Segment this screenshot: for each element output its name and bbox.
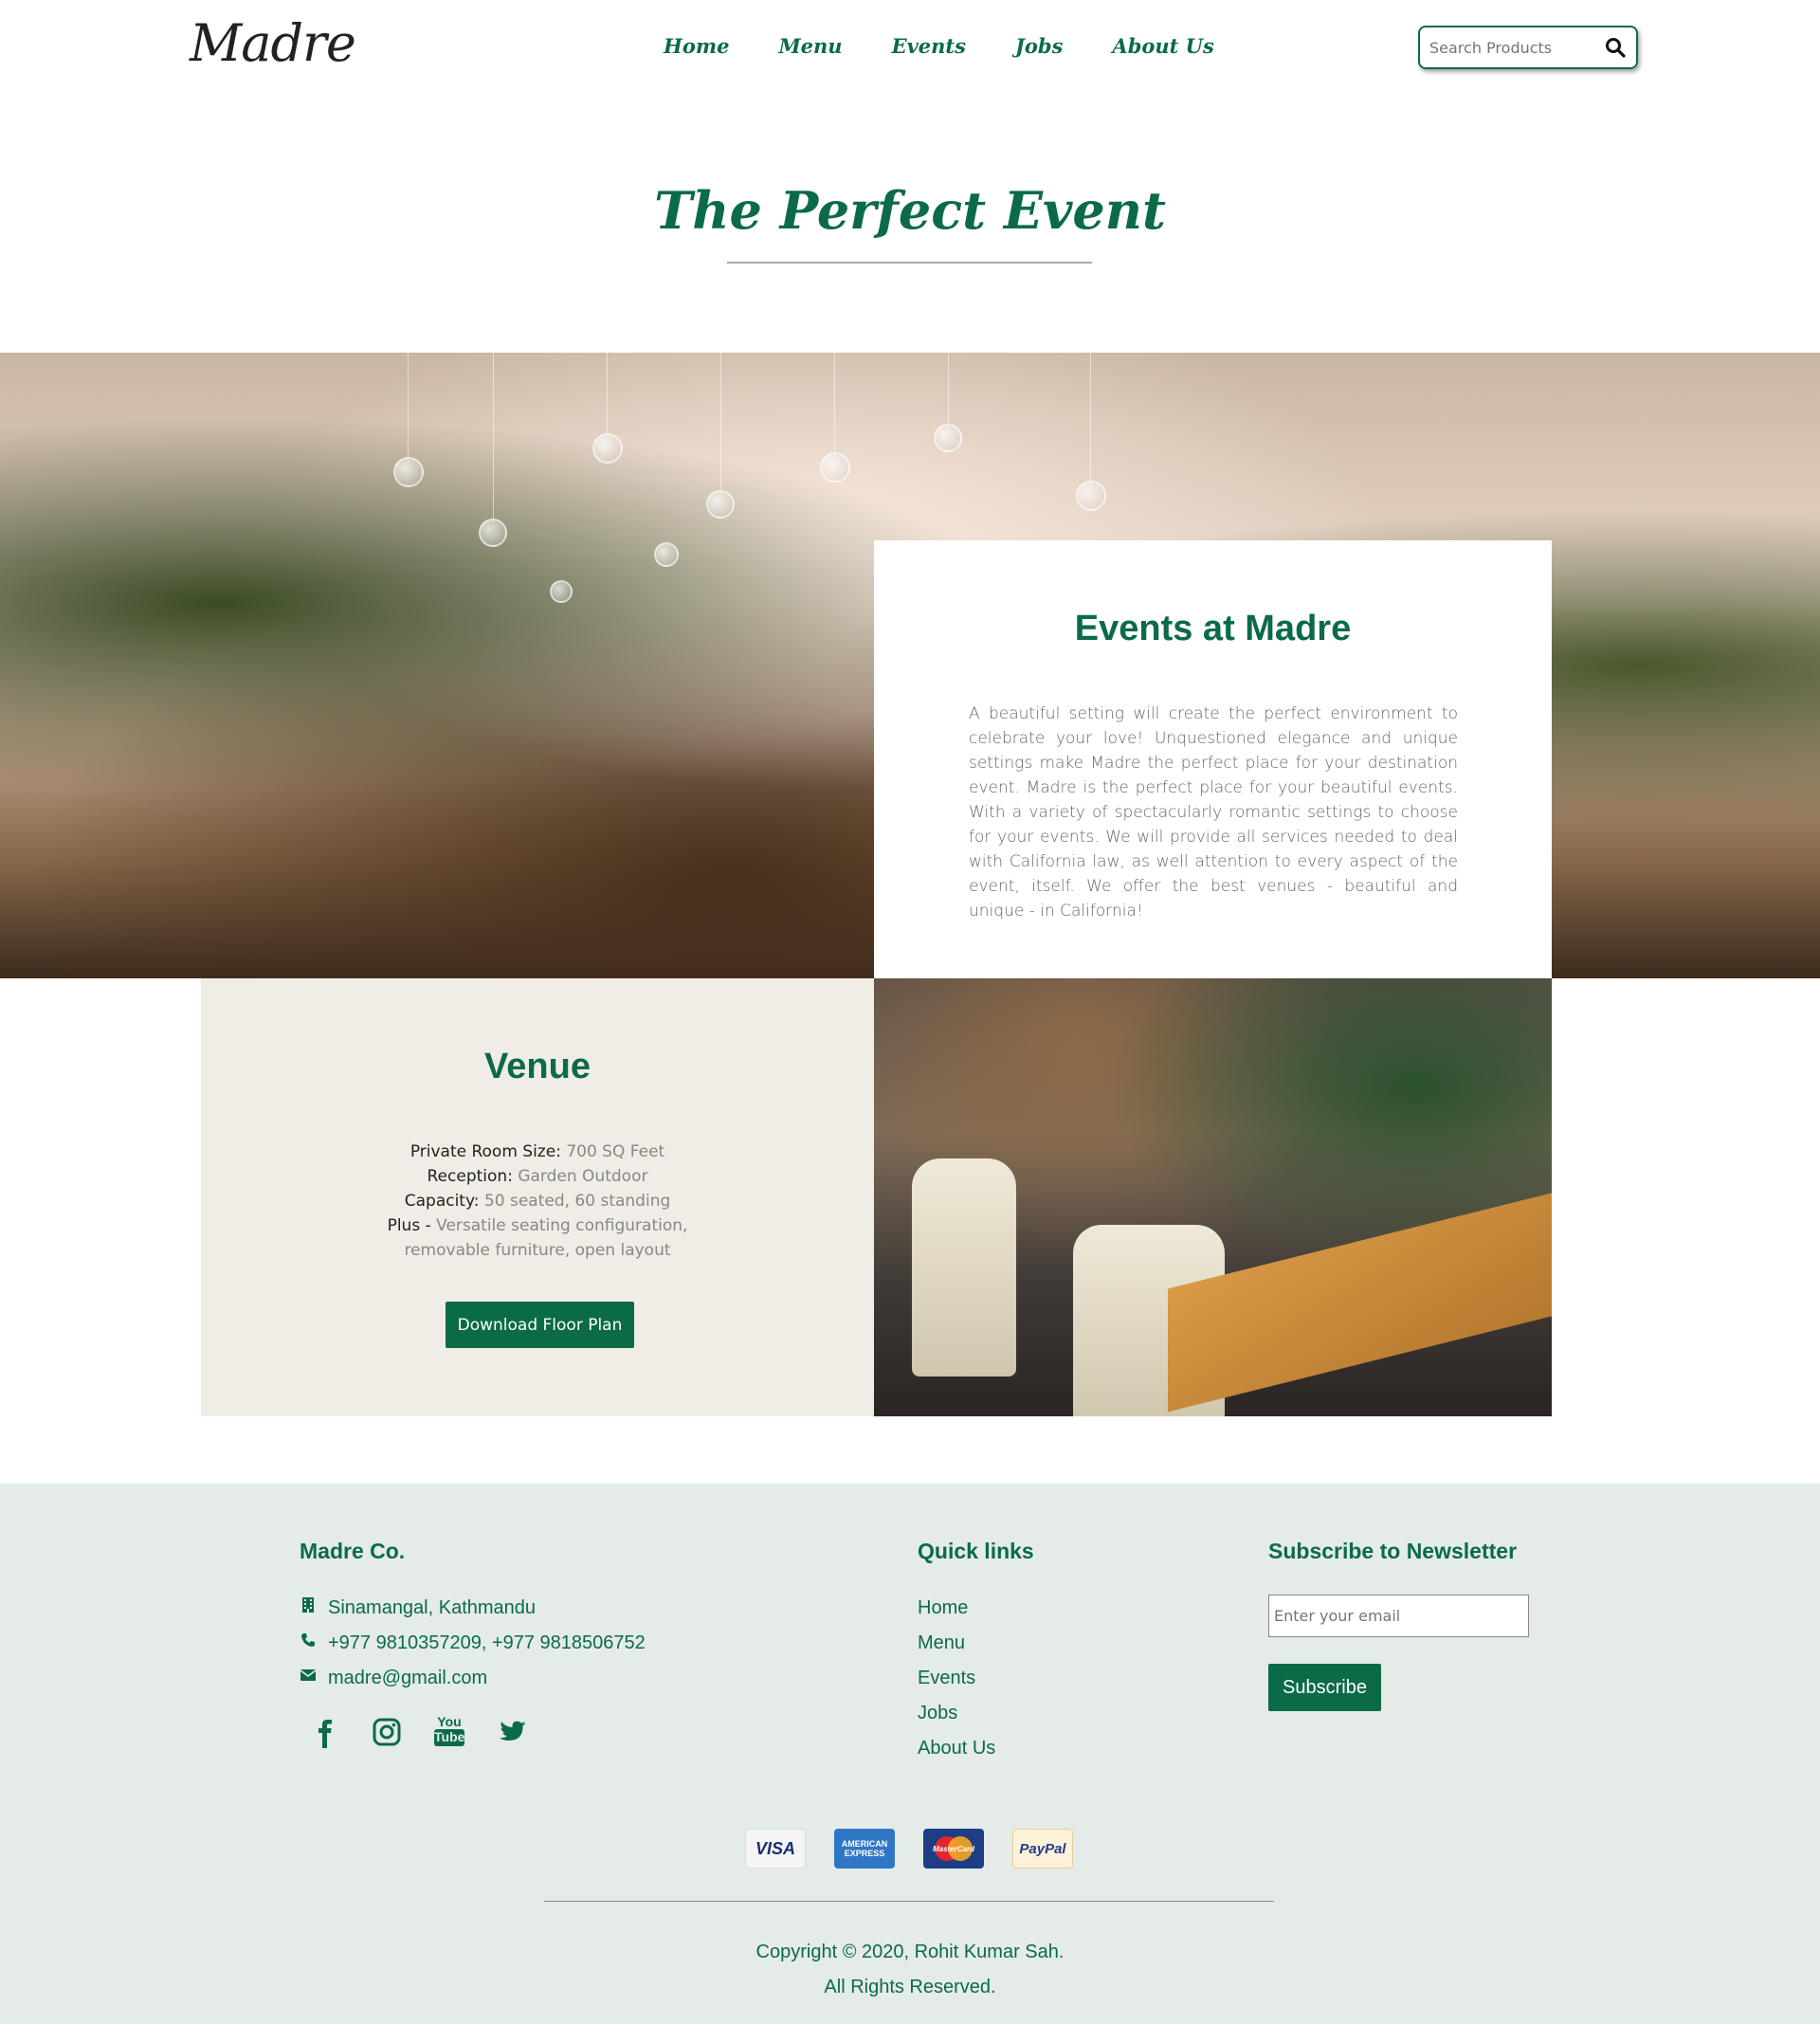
rights-line: All Rights Reserved.	[824, 1977, 996, 1997]
chair	[912, 1158, 1016, 1377]
glass-orb	[654, 542, 679, 567]
site-header: Madre Home Menu Events Jobs About Us	[0, 0, 1820, 99]
footer-link-home[interactable]: Home	[918, 1597, 995, 1632]
nav-events[interactable]: Events	[892, 34, 966, 58]
plus-value-continued: removable furniture, open layout	[404, 1241, 671, 1260]
glass-orb	[479, 519, 507, 547]
amex-label-bottom: EXPRESS	[844, 1849, 885, 1858]
glass-orb	[706, 490, 735, 519]
search-box	[1418, 26, 1638, 69]
visa-icon: VISA	[745, 1829, 806, 1869]
plus-label: Plus -	[387, 1216, 431, 1235]
phone-row: +977 9810357209, +977 9818506752	[300, 1632, 646, 1654]
footer-company-name: Madre Co.	[300, 1539, 406, 1563]
nav-jobs[interactable]: Jobs	[1015, 34, 1063, 58]
page-title: The Perfect Event	[654, 180, 1166, 241]
address-row: Sinamangal, Kathmandu	[300, 1596, 536, 1619]
room-size-value: 700 SQ Feet	[566, 1142, 665, 1161]
social-links: You Tube	[309, 1714, 527, 1750]
search-input[interactable]	[1429, 38, 1610, 57]
main-nav: Home Menu Events Jobs About Us	[664, 34, 1214, 58]
youtube-icon-label-bottom: Tube	[434, 1729, 465, 1746]
download-floor-plan-button[interactable]: Download Floor Plan	[446, 1302, 634, 1348]
email-text[interactable]: madre@gmail.com	[328, 1668, 487, 1689]
twitter-icon[interactable]	[497, 1714, 527, 1750]
nav-about-us[interactable]: About Us	[1112, 34, 1213, 58]
paypal-icon: PayPal	[1012, 1829, 1073, 1869]
subscribe-button[interactable]: Subscribe	[1268, 1664, 1381, 1711]
youtube-icon[interactable]: You Tube	[434, 1714, 464, 1750]
title-divider	[727, 262, 1092, 264]
amex-label-top: AMERICAN	[841, 1839, 888, 1849]
plus-value: Versatile seating configuration,	[436, 1216, 688, 1235]
hanging-string	[948, 353, 949, 429]
hanging-string	[834, 353, 835, 457]
quick-links: Home Menu Events Jobs About Us	[918, 1597, 995, 1773]
copyright-line: Copyright © 2020, Rohit Kumar Sah.	[755, 1942, 1065, 1962]
room-size-label: Private Room Size:	[410, 1142, 561, 1161]
envelope-icon	[300, 1667, 317, 1689]
footer-divider	[544, 1901, 1274, 1902]
hanging-string	[408, 353, 409, 466]
venue-section: Venue Private Room Size: 700 SQ Feet Rec…	[201, 978, 874, 1416]
quick-links-title: Quick links	[918, 1539, 1034, 1563]
glass-orb	[393, 457, 424, 487]
events-card: Events at Madre A beautiful setting will…	[874, 540, 1552, 978]
mastercard-label: MasterCard	[932, 1844, 974, 1853]
logo[interactable]: Madre	[190, 13, 356, 73]
hanging-string	[607, 353, 608, 438]
phone-text[interactable]: +977 9810357209, +977 9818506752	[328, 1632, 646, 1654]
youtube-icon-label-top: You	[437, 1714, 462, 1729]
amex-icon: AMERICAN EXPRESS	[834, 1829, 895, 1869]
reception-label: Reception:	[427, 1167, 513, 1186]
venue-photo	[874, 978, 1552, 1416]
glass-orb	[820, 452, 850, 483]
newsletter-title: Subscribe to Newsletter	[1268, 1539, 1518, 1563]
glass-orb	[1076, 481, 1106, 511]
venue-details: Private Room Size: 700 SQ Feet Reception…	[201, 1140, 874, 1263]
reception-value: Garden Outdoor	[518, 1167, 648, 1186]
building-icon	[300, 1596, 317, 1619]
venue-title: Venue	[484, 1047, 591, 1086]
events-title: Events at Madre	[1074, 609, 1352, 648]
hanging-string	[1090, 353, 1091, 485]
glass-orb	[592, 433, 623, 464]
copyright: Copyright © 2020, Rohit Kumar Sah. All R…	[0, 1935, 1820, 2005]
search-icon[interactable]	[1604, 36, 1627, 59]
address-text: Sinamangal, Kathmandu	[328, 1596, 537, 1618]
hanging-string	[493, 353, 494, 523]
glass-orb	[550, 580, 573, 603]
site-footer: Madre Co. Sinamangal, Kathmandu +977 981…	[0, 1484, 1820, 2024]
newsletter-email-input[interactable]	[1268, 1595, 1529, 1637]
payment-methods: VISA AMERICAN EXPRESS MasterCard PayPal	[745, 1829, 1073, 1869]
phone-icon	[300, 1632, 317, 1654]
nav-menu[interactable]: Menu	[778, 34, 842, 58]
instagram-icon[interactable]	[372, 1714, 402, 1750]
facebook-icon[interactable]	[309, 1714, 339, 1750]
mastercard-icon: MasterCard	[923, 1829, 984, 1869]
glass-orb	[934, 424, 962, 452]
events-description: A beautiful setting will create the perf…	[969, 704, 1458, 921]
footer-link-jobs[interactable]: Jobs	[918, 1703, 995, 1738]
footer-link-events[interactable]: Events	[918, 1668, 995, 1703]
hanging-string	[720, 353, 721, 495]
dining-table	[1168, 1179, 1552, 1413]
footer-link-menu[interactable]: Menu	[918, 1632, 995, 1668]
capacity-label: Capacity:	[404, 1192, 480, 1211]
footer-link-about-us[interactable]: About Us	[918, 1738, 995, 1773]
capacity-value: 50 seated, 60 standing	[483, 1192, 671, 1211]
nav-home[interactable]: Home	[664, 34, 729, 58]
email-row: madre@gmail.com	[300, 1667, 487, 1689]
